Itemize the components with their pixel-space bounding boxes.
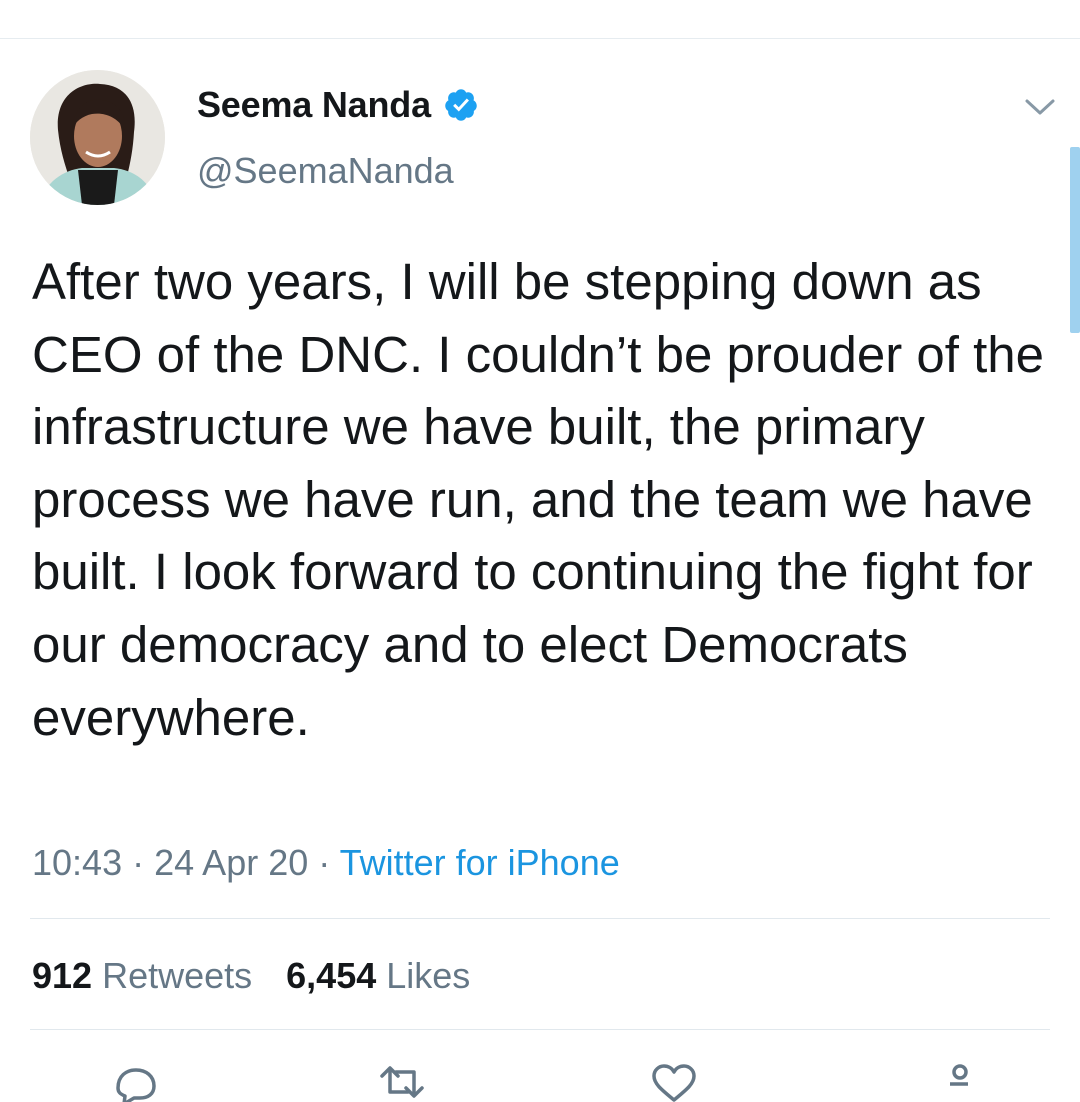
- tweet-source-link[interactable]: Twitter for iPhone: [340, 842, 620, 883]
- likes-stat[interactable]: 6,454 Likes: [286, 955, 470, 997]
- divider: [30, 918, 1050, 919]
- profile-photo-icon: [30, 70, 165, 205]
- verified-badge-icon: [443, 87, 479, 123]
- retweets-label: Retweets: [102, 955, 253, 996]
- display-name-text: Seema Nanda: [197, 84, 431, 125]
- meta-separator: ·: [132, 842, 145, 883]
- share-button[interactable]: [930, 1062, 978, 1102]
- tweet-options-button[interactable]: [1018, 92, 1062, 122]
- tweet-meta: 10:43 · 24 Apr 20 · Twitter for iPhone: [32, 842, 620, 884]
- retweet-button[interactable]: [378, 1062, 426, 1102]
- tweet-time: 10:43: [32, 842, 123, 883]
- avatar[interactable]: [30, 70, 165, 205]
- retweet-icon: [380, 1066, 424, 1098]
- tweet-date: 24 Apr 20: [154, 842, 309, 883]
- divider: [30, 1029, 1050, 1030]
- retweets-count: 912: [32, 955, 93, 996]
- author-handle[interactable]: @SeemaNanda: [197, 150, 454, 192]
- chevron-down-icon: [1025, 99, 1055, 115]
- scrollbar[interactable]: [1070, 147, 1080, 333]
- likes-count: 6,454: [286, 955, 377, 996]
- tweet-text: After two years, I will be stepping down…: [32, 253, 1059, 746]
- retweets-stat[interactable]: 912 Retweets: [32, 955, 252, 997]
- likes-label: Likes: [386, 955, 471, 996]
- like-button[interactable]: [650, 1062, 698, 1102]
- reply-icon: [116, 1068, 156, 1102]
- author-display-name[interactable]: Seema Nanda: [197, 84, 479, 126]
- reply-button[interactable]: [112, 1062, 160, 1102]
- share-icon: [950, 1064, 968, 1086]
- top-divider: [0, 38, 1080, 39]
- meta-separator: ·: [318, 842, 331, 883]
- tweet-stats: 912 Retweets 6,454 Likes: [32, 955, 470, 997]
- like-icon: [652, 1064, 696, 1102]
